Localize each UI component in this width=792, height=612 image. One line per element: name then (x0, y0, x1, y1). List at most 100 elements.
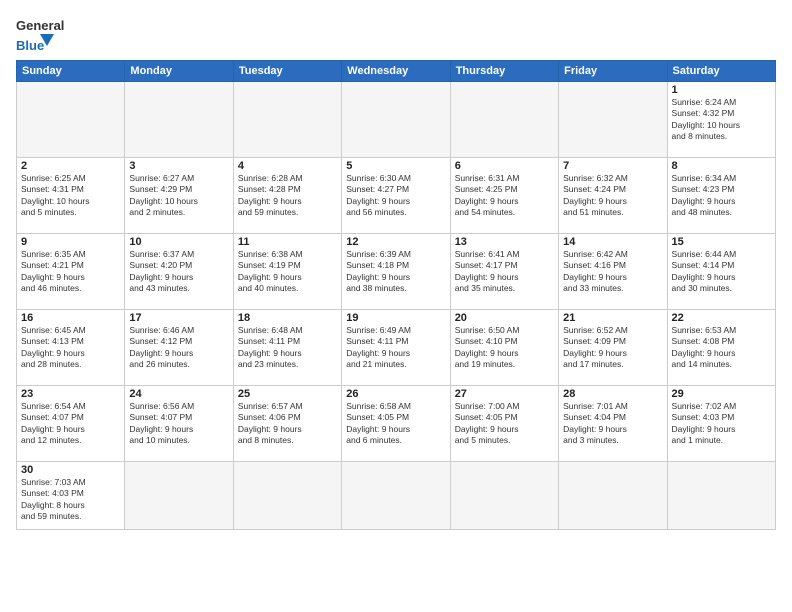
weekday-header: Tuesday (233, 61, 341, 82)
day-number: 20 (455, 312, 554, 324)
calendar-cell: 7Sunrise: 6:32 AMSunset: 4:24 PMDaylight… (559, 158, 667, 234)
svg-text:Blue: Blue (16, 38, 44, 53)
calendar-cell: 8Sunrise: 6:34 AMSunset: 4:23 PMDaylight… (667, 158, 775, 234)
day-number: 14 (563, 236, 662, 248)
day-number: 15 (672, 236, 771, 248)
day-info: Sunrise: 6:30 AMSunset: 4:27 PMDaylight:… (346, 173, 445, 219)
calendar-cell: 27Sunrise: 7:00 AMSunset: 4:05 PMDayligh… (450, 386, 558, 462)
page-header: General Blue (16, 14, 776, 54)
calendar-cell: 17Sunrise: 6:46 AMSunset: 4:12 PMDayligh… (125, 310, 233, 386)
calendar-cell: 9Sunrise: 6:35 AMSunset: 4:21 PMDaylight… (17, 234, 125, 310)
day-info: Sunrise: 6:24 AMSunset: 4:32 PMDaylight:… (672, 97, 771, 143)
day-number: 27 (455, 388, 554, 400)
calendar-cell: 16Sunrise: 6:45 AMSunset: 4:13 PMDayligh… (17, 310, 125, 386)
day-info: Sunrise: 6:28 AMSunset: 4:28 PMDaylight:… (238, 173, 337, 219)
day-number: 2 (21, 160, 120, 172)
calendar-cell: 11Sunrise: 6:38 AMSunset: 4:19 PMDayligh… (233, 234, 341, 310)
weekday-header: Monday (125, 61, 233, 82)
day-info: Sunrise: 6:35 AMSunset: 4:21 PMDaylight:… (21, 249, 120, 295)
calendar-cell (559, 462, 667, 530)
day-number: 22 (672, 312, 771, 324)
day-info: Sunrise: 7:01 AMSunset: 4:04 PMDaylight:… (563, 401, 662, 447)
calendar-cell: 25Sunrise: 6:57 AMSunset: 4:06 PMDayligh… (233, 386, 341, 462)
calendar-cell: 26Sunrise: 6:58 AMSunset: 4:05 PMDayligh… (342, 386, 450, 462)
day-info: Sunrise: 6:39 AMSunset: 4:18 PMDaylight:… (346, 249, 445, 295)
day-number: 23 (21, 388, 120, 400)
calendar-cell: 28Sunrise: 7:01 AMSunset: 4:04 PMDayligh… (559, 386, 667, 462)
calendar-cell: 6Sunrise: 6:31 AMSunset: 4:25 PMDaylight… (450, 158, 558, 234)
day-number: 8 (672, 160, 771, 172)
day-number: 21 (563, 312, 662, 324)
calendar-cell: 23Sunrise: 6:54 AMSunset: 4:07 PMDayligh… (17, 386, 125, 462)
day-info: Sunrise: 6:45 AMSunset: 4:13 PMDaylight:… (21, 325, 120, 371)
day-number: 16 (21, 312, 120, 324)
day-number: 18 (238, 312, 337, 324)
calendar-cell: 3Sunrise: 6:27 AMSunset: 4:29 PMDaylight… (125, 158, 233, 234)
day-info: Sunrise: 7:02 AMSunset: 4:03 PMDaylight:… (672, 401, 771, 447)
calendar-cell: 12Sunrise: 6:39 AMSunset: 4:18 PMDayligh… (342, 234, 450, 310)
calendar-cell (667, 462, 775, 530)
svg-text:General: General (16, 18, 64, 33)
calendar-cell: 20Sunrise: 6:50 AMSunset: 4:10 PMDayligh… (450, 310, 558, 386)
weekday-header: Saturday (667, 61, 775, 82)
day-info: Sunrise: 6:49 AMSunset: 4:11 PMDaylight:… (346, 325, 445, 371)
calendar-cell: 1Sunrise: 6:24 AMSunset: 4:32 PMDaylight… (667, 82, 775, 158)
calendar-cell: 18Sunrise: 6:48 AMSunset: 4:11 PMDayligh… (233, 310, 341, 386)
calendar-cell: 10Sunrise: 6:37 AMSunset: 4:20 PMDayligh… (125, 234, 233, 310)
day-info: Sunrise: 6:41 AMSunset: 4:17 PMDaylight:… (455, 249, 554, 295)
day-number: 24 (129, 388, 228, 400)
calendar-cell: 14Sunrise: 6:42 AMSunset: 4:16 PMDayligh… (559, 234, 667, 310)
calendar-cell (17, 82, 125, 158)
logo: General Blue (16, 14, 64, 54)
logo-icon: General Blue (16, 14, 64, 54)
day-info: Sunrise: 6:34 AMSunset: 4:23 PMDaylight:… (672, 173, 771, 219)
day-info: Sunrise: 6:27 AMSunset: 4:29 PMDaylight:… (129, 173, 228, 219)
day-info: Sunrise: 6:25 AMSunset: 4:31 PMDaylight:… (21, 173, 120, 219)
day-number: 12 (346, 236, 445, 248)
calendar-table: SundayMondayTuesdayWednesdayThursdayFrid… (16, 60, 776, 530)
day-number: 6 (455, 160, 554, 172)
day-number: 4 (238, 160, 337, 172)
calendar-cell (125, 462, 233, 530)
day-number: 13 (455, 236, 554, 248)
day-info: Sunrise: 6:58 AMSunset: 4:05 PMDaylight:… (346, 401, 445, 447)
day-number: 29 (672, 388, 771, 400)
day-info: Sunrise: 6:53 AMSunset: 4:08 PMDaylight:… (672, 325, 771, 371)
calendar-cell: 15Sunrise: 6:44 AMSunset: 4:14 PMDayligh… (667, 234, 775, 310)
day-number: 17 (129, 312, 228, 324)
calendar-cell (559, 82, 667, 158)
day-info: Sunrise: 6:50 AMSunset: 4:10 PMDaylight:… (455, 325, 554, 371)
day-number: 1 (672, 84, 771, 96)
calendar-cell: 5Sunrise: 6:30 AMSunset: 4:27 PMDaylight… (342, 158, 450, 234)
day-info: Sunrise: 6:57 AMSunset: 4:06 PMDaylight:… (238, 401, 337, 447)
calendar-cell (233, 82, 341, 158)
calendar-cell: 24Sunrise: 6:56 AMSunset: 4:07 PMDayligh… (125, 386, 233, 462)
calendar-cell (125, 82, 233, 158)
day-info: Sunrise: 6:42 AMSunset: 4:16 PMDaylight:… (563, 249, 662, 295)
day-number: 9 (21, 236, 120, 248)
day-info: Sunrise: 6:48 AMSunset: 4:11 PMDaylight:… (238, 325, 337, 371)
day-number: 7 (563, 160, 662, 172)
day-number: 19 (346, 312, 445, 324)
calendar-cell: 4Sunrise: 6:28 AMSunset: 4:28 PMDaylight… (233, 158, 341, 234)
day-info: Sunrise: 6:31 AMSunset: 4:25 PMDaylight:… (455, 173, 554, 219)
day-number: 10 (129, 236, 228, 248)
day-info: Sunrise: 6:38 AMSunset: 4:19 PMDaylight:… (238, 249, 337, 295)
calendar-cell (450, 82, 558, 158)
day-info: Sunrise: 7:03 AMSunset: 4:03 PMDaylight:… (21, 477, 120, 523)
calendar-cell: 29Sunrise: 7:02 AMSunset: 4:03 PMDayligh… (667, 386, 775, 462)
weekday-header: Wednesday (342, 61, 450, 82)
calendar-cell: 22Sunrise: 6:53 AMSunset: 4:08 PMDayligh… (667, 310, 775, 386)
day-number: 11 (238, 236, 337, 248)
day-number: 26 (346, 388, 445, 400)
day-info: Sunrise: 6:56 AMSunset: 4:07 PMDaylight:… (129, 401, 228, 447)
day-info: Sunrise: 6:37 AMSunset: 4:20 PMDaylight:… (129, 249, 228, 295)
calendar-cell: 2Sunrise: 6:25 AMSunset: 4:31 PMDaylight… (17, 158, 125, 234)
weekday-header: Thursday (450, 61, 558, 82)
weekday-header: Friday (559, 61, 667, 82)
day-number: 30 (21, 464, 120, 476)
day-info: Sunrise: 6:52 AMSunset: 4:09 PMDaylight:… (563, 325, 662, 371)
day-info: Sunrise: 6:46 AMSunset: 4:12 PMDaylight:… (129, 325, 228, 371)
day-info: Sunrise: 6:44 AMSunset: 4:14 PMDaylight:… (672, 249, 771, 295)
calendar-cell (342, 462, 450, 530)
